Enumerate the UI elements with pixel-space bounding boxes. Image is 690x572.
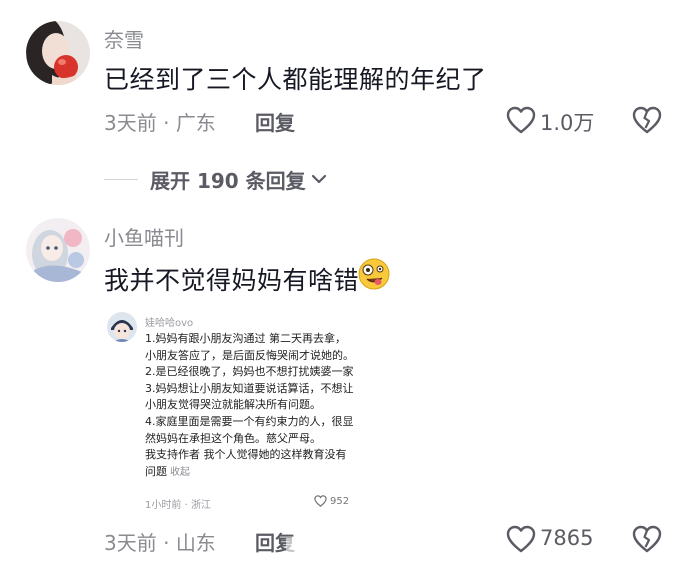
expand-replies-button[interactable]: 展开 190 条回复 (104, 164, 328, 194)
heart-icon[interactable] (506, 525, 536, 553)
embedded-comment-image[interactable]: 娃哈哈ovo 1.妈妈有跟小朋友沟通过 第二天再去拿， 小朋友答应了，是后面反悔… (104, 306, 400, 522)
embed-line: 小朋友答应了，是后面反悔哭闹才说她的。 (145, 348, 354, 362)
avatar[interactable] (26, 218, 90, 282)
embed-line: 小朋友觉得哭泣就能解决所有问题。 (145, 398, 321, 412)
embed-line: 3.妈妈想让小朋友知道要说话算话，不想让 (145, 381, 354, 395)
heart-icon (314, 495, 327, 507)
comment-time: 3天前 (104, 111, 157, 135)
comment-location: 山东 (175, 531, 216, 555)
chevron-down-icon (311, 174, 326, 184)
embed-location: 浙江 (190, 500, 211, 511)
broken-heart-icon[interactable] (632, 106, 662, 134)
embed-line: 问题 (145, 464, 167, 478)
reply-button[interactable]: 回复 (255, 107, 295, 136)
embed-line: 然妈妈在承担这个角色。慈父严母。 (145, 431, 321, 445)
like-count: 1.0万 (540, 111, 595, 135)
embed-comment-body: 1.妈妈有跟小朋友沟通过 第二天再去拿， 小朋友答应了，是后面反悔哭闹才说她的。… (145, 331, 400, 481)
meta-separator: · (184, 500, 188, 511)
divider (104, 178, 138, 180)
like-count: 7865 (540, 526, 594, 550)
comment-text: 已经到了三个人都能理解的年纪了 (104, 65, 487, 94)
watermark-blur (286, 538, 402, 572)
broken-heart-icon[interactable] (632, 525, 662, 553)
expand-replies-label: 展开 190 条回复 (150, 168, 306, 193)
embed-like: 952 (314, 495, 349, 507)
comment-meta: 3天前 · 山东 (104, 527, 216, 556)
embed-collapse-link: 收起 (170, 466, 190, 478)
embed-line: 我支持作者 我个人觉得她的这样教育没有 (145, 448, 347, 462)
embed-line: 2.是已经很晚了，妈妈也不想打扰姨婆一家 (145, 365, 354, 379)
comment-time: 3天前 (104, 531, 157, 555)
embed-avatar (107, 312, 137, 342)
embed-last-line: 问题 收起 (145, 464, 400, 482)
crazy-face-emoji-icon (358, 258, 390, 290)
avatar[interactable] (26, 21, 90, 85)
embed-meta: 1小时前 · 浙江 (145, 496, 211, 511)
embed-line: 4.家庭里面是需要一个有约束力的人，很显 (145, 414, 354, 428)
heart-icon[interactable] (506, 106, 536, 134)
comment-username[interactable]: 奈雪 (104, 24, 144, 53)
comment-username[interactable]: 小鱼喵刊 (104, 222, 184, 251)
meta-separator: · (163, 531, 170, 555)
embed-username: 娃哈哈ovo (145, 318, 194, 329)
meta-separator: · (163, 111, 170, 135)
embed-like-count: 952 (330, 495, 350, 507)
embed-time: 1小时前 (145, 500, 182, 511)
comment-text: 我并不觉得妈妈有啥错 (104, 266, 360, 295)
embed-line: 1.妈妈有跟小朋友沟通过 第二天再去拿， (145, 332, 346, 345)
comment-meta: 3天前 · 广东 (104, 107, 216, 136)
comment-location: 广东 (175, 111, 216, 135)
